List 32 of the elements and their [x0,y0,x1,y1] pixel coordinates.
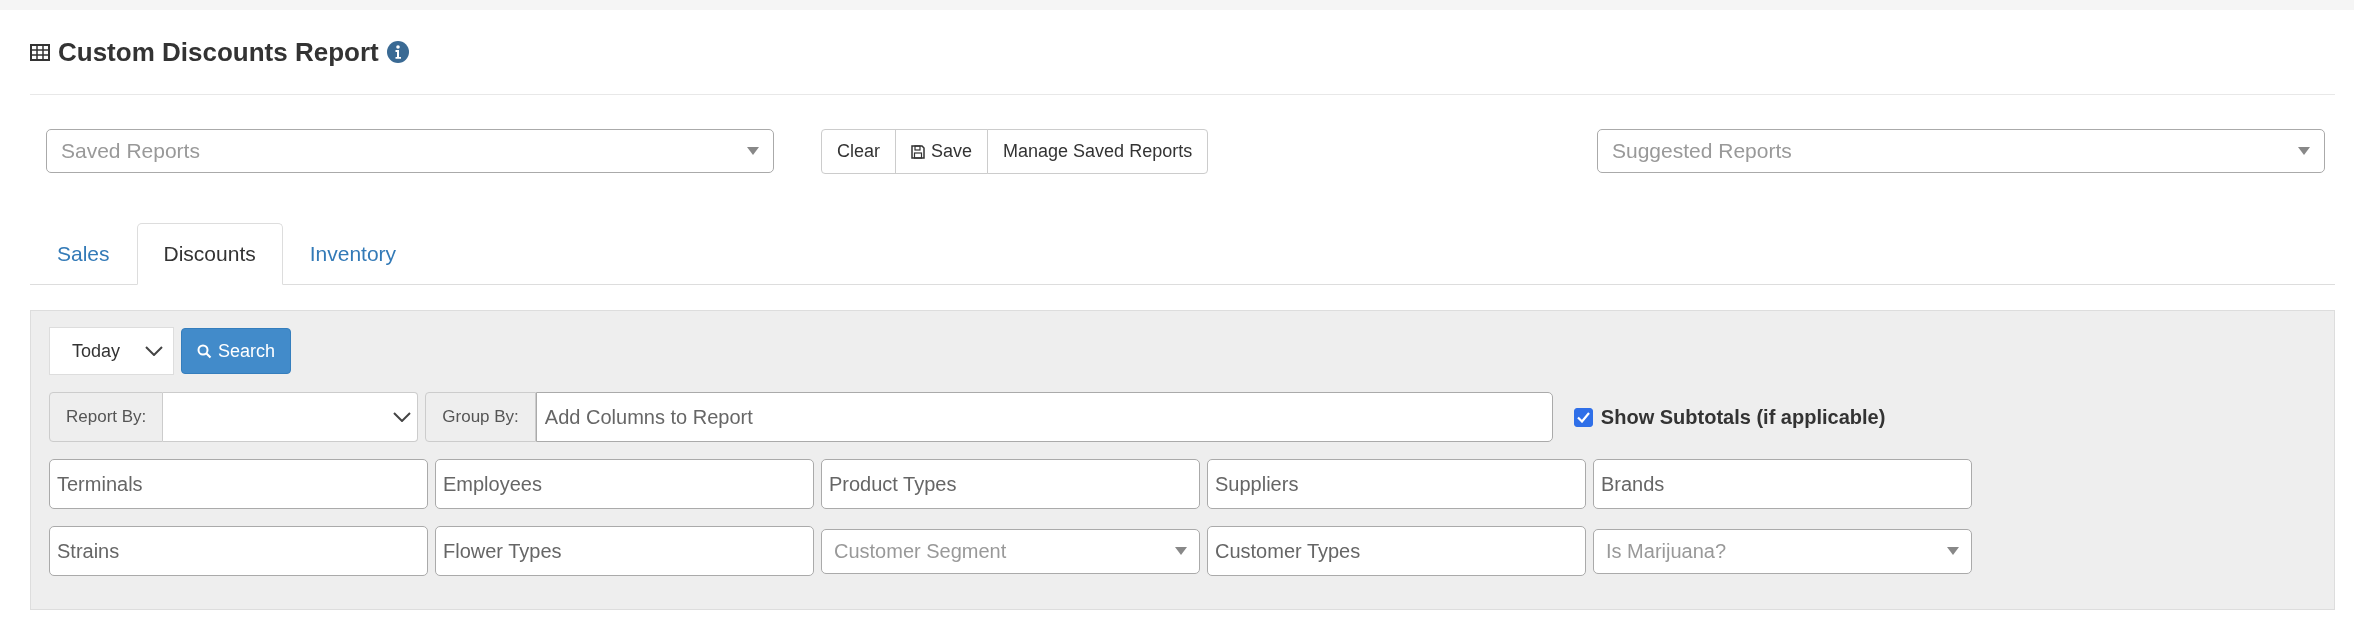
chevron-down-icon [145,346,163,356]
dropdown-arrow-icon [2298,147,2310,155]
subtotals-label: Show Subtotals (if applicable) [1600,405,1886,429]
filter-field[interactable]: Product Types [821,459,1200,509]
filter-field[interactable]: Customer Types [1207,526,1586,576]
filter-field[interactable]: Strains [49,526,428,576]
saved-reports-select[interactable]: Saved Reports [46,129,774,173]
subtotals-checkbox[interactable] [1573,407,1593,427]
tab[interactable]: Discounts [136,223,283,285]
table-icon [30,43,50,61]
tab[interactable]: Inventory [282,224,424,284]
report-by-label: Report By: [49,392,164,442]
dropdown-arrow-icon [747,147,759,155]
toolbar-button[interactable]: Manage Saved Reports [987,129,1209,174]
save-button[interactable]: Save [895,129,989,174]
group-by-label: Group By: [425,392,536,442]
chevron-down-icon [393,412,412,422]
filter-field[interactable]: Employees [435,459,814,509]
group-by-field[interactable]: Add Columns to Report [535,392,1553,442]
info-icon[interactable] [386,41,409,63]
search-button[interactable]: Search [181,328,292,374]
filter-field[interactable]: Suppliers [1207,459,1586,509]
toolbar-button[interactable]: Clear [821,129,896,174]
filter-field[interactable]: Terminals [49,459,428,509]
filter-field[interactable]: Flower Types [435,526,814,576]
tab[interactable]: Sales [30,224,137,284]
dropdown-arrow-icon [1947,547,1959,555]
page-title: Custom Discounts Report [58,36,379,68]
filter-field[interactable]: Brands [1593,459,1972,509]
period-select[interactable]: Today [49,327,174,375]
dropdown-arrow-icon [1175,547,1187,555]
search-icon [197,343,212,359]
